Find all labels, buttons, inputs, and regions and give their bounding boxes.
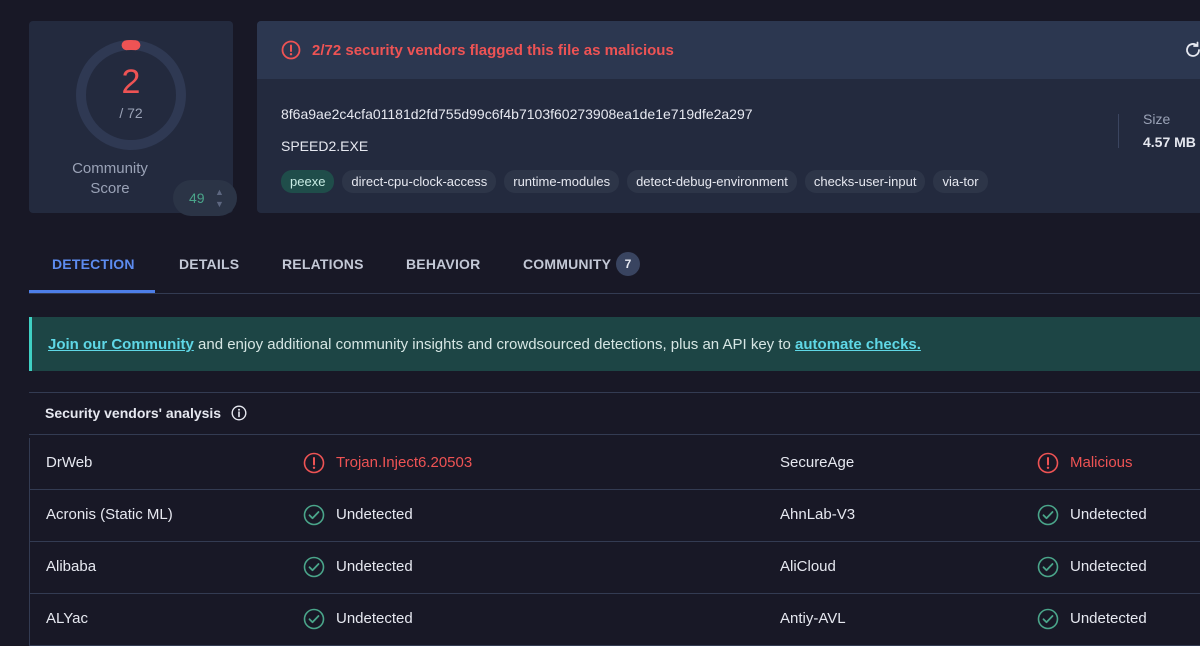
vendors-title: Security vendors' analysis [45, 405, 221, 421]
detection-score-card: 2 / 72 Community Score 49 ▲▼ [29, 21, 233, 213]
detection-count: 2 [29, 63, 233, 102]
tag-list: peexe direct-cpu-clock-access runtime-mo… [281, 170, 988, 193]
check-circle-icon [1037, 556, 1059, 578]
vendor-name: AliCloud [780, 558, 836, 575]
vendor-result: Undetected [1070, 558, 1147, 575]
detection-total: / 72 [29, 105, 233, 121]
vendor-name: SecureAge [780, 454, 854, 471]
size-value: 4.57 MB [1143, 134, 1196, 150]
alert-bar: 2/72 security vendors flagged this file … [257, 21, 1200, 79]
tag-checks-user-input[interactable]: checks-user-input [805, 170, 926, 193]
vendor-result: Undetected [336, 610, 413, 627]
tag-runtime-modules[interactable]: runtime-modules [504, 170, 619, 193]
alert-circle-icon [1037, 452, 1059, 474]
join-community-link[interactable]: Join our Community [48, 336, 194, 353]
table-row: Alibaba Undetected AliCloud Undetected [29, 542, 1200, 594]
size-divider [1118, 114, 1119, 148]
vendor-result: Undetected [336, 506, 413, 523]
alert-circle-icon [281, 40, 301, 60]
check-circle-icon [303, 556, 325, 578]
community-count-badge: 7 [616, 252, 640, 276]
automate-checks-link[interactable]: automate checks. [795, 336, 921, 353]
vendor-name: Acronis (Static ML) [46, 506, 173, 523]
vendor-name: AhnLab-V3 [780, 506, 855, 523]
vendor-result: Undetected [336, 558, 413, 575]
banner-text: Join our Community and enjoy additional … [48, 336, 921, 353]
table-row: Acronis (Static ML) Undetected AhnLab-V3 Un… [29, 490, 1200, 542]
alert-circle-icon [303, 452, 325, 474]
vendors-header: Security vendors' analysis [29, 392, 1200, 435]
vendor-name: ALYac [46, 610, 88, 627]
active-tab-indicator [29, 290, 155, 293]
refresh-icon[interactable] [1183, 40, 1200, 60]
table-row: ALYac Undetected Antiy-AVL Undetected [29, 594, 1200, 646]
check-circle-icon [1037, 608, 1059, 630]
tag-via-tor[interactable]: via-tor [933, 170, 987, 193]
tag-detect-debug-environment[interactable]: detect-debug-environment [627, 170, 797, 193]
vendor-name: DrWeb [46, 454, 92, 471]
file-hash[interactable]: 8f6a9ae2c4cfa01181d2fd755d99c6f4b7103f60… [281, 106, 753, 122]
community-score-stepper[interactable]: 49 ▲▼ [173, 180, 237, 216]
vendor-result: Undetected [1070, 506, 1147, 523]
check-circle-icon [303, 504, 325, 526]
file-info-card: 2/72 security vendors flagged this file … [257, 21, 1200, 213]
size-label: Size [1143, 111, 1170, 127]
community-score-value: 49 [189, 190, 205, 206]
vendor-result: Trojan.Inject6.20503 [336, 454, 472, 471]
community-banner: Join our Community and enjoy additional … [29, 317, 1200, 371]
tab-details[interactable]: DETAILS [179, 256, 239, 272]
vote-arrows-icon[interactable]: ▲▼ [215, 186, 224, 210]
tab-bar: DETECTION DETAILS RELATIONS BEHAVIOR COM… [29, 236, 1200, 294]
info-icon[interactable] [231, 405, 247, 421]
table-row: DrWeb Trojan.Inject6.20503 SecureAge Malici… [29, 438, 1200, 490]
vendor-name: Antiy-AVL [780, 610, 846, 627]
tab-behavior[interactable]: BEHAVIOR [406, 256, 480, 272]
check-circle-icon [1037, 504, 1059, 526]
tab-detection[interactable]: DETECTION [52, 256, 135, 272]
file-name: SPEED2.EXE [281, 138, 368, 154]
tab-community[interactable]: COMMUNITY [523, 256, 611, 272]
banner-middle-text: and enjoy additional community insights … [194, 336, 795, 353]
check-circle-icon [303, 608, 325, 630]
vendor-result: Malicious [1070, 454, 1133, 471]
tab-relations[interactable]: RELATIONS [282, 256, 364, 272]
alert-text: 2/72 security vendors flagged this file … [312, 42, 674, 59]
tag-direct-cpu-clock-access[interactable]: direct-cpu-clock-access [342, 170, 496, 193]
vendor-name: Alibaba [46, 558, 96, 575]
vendor-result: Undetected [1070, 610, 1147, 627]
community-score-label: Community Score [55, 159, 165, 199]
tag-peexe[interactable]: peexe [281, 170, 334, 193]
